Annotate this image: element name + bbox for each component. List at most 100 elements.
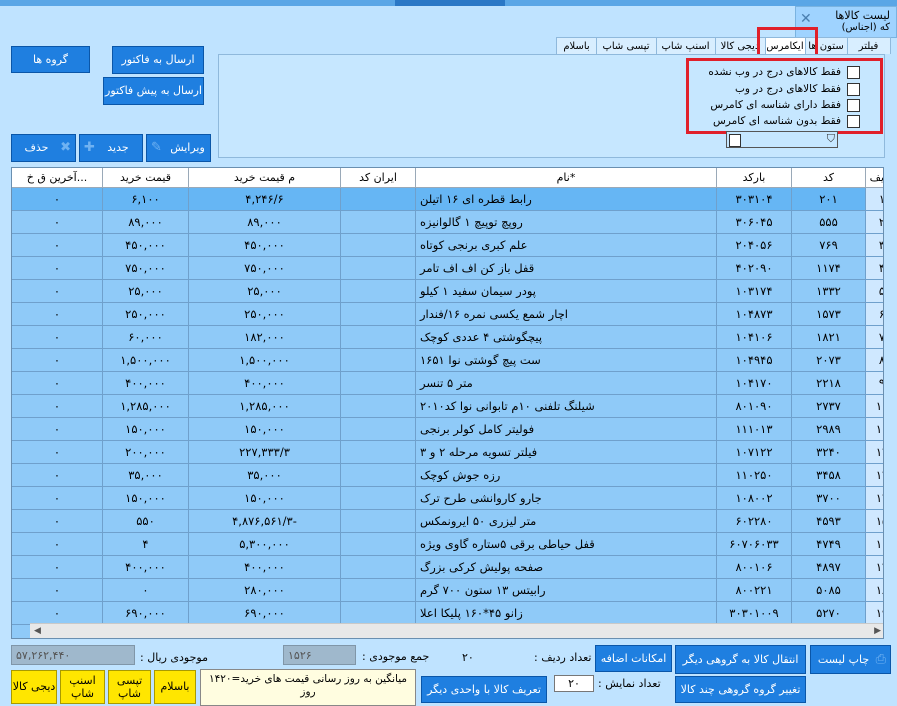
cell-last-buy-price: ۰ [12, 303, 103, 326]
cell-row-num: ۱۶ [866, 533, 883, 556]
table-row[interactable]: ۴۱۱۷۴۴۰۲۰۹۰قفل باز کن اف اف تامر ۷۵۰,۰۰۰۷… [12, 257, 883, 280]
table-row[interactable]: ۷۱۸۲۱۱۰۴۱۰۶پیچگوشتی ۴ عددی کوچک ۱۸۲,۰۰۰۶۰… [12, 326, 883, 349]
column-header-avg-buy-price[interactable]: م قیمت خرید [189, 168, 341, 188]
cell-code: ۲۰۷۳ [792, 349, 866, 372]
tab-snapp-shop[interactable]: اسنپ شاپ [655, 37, 716, 54]
cell-last-buy-price: ۰ [12, 372, 103, 395]
cell-iran-code [341, 372, 416, 395]
table-row[interactable]: ۱۰۲۷۳۷۸۰۱۰۹۰شیلنگ تلفنی ۱۰م تابوانی نوا … [12, 395, 883, 418]
cell-avg-buy-price: ۴۰۰,۰۰۰ [189, 372, 341, 395]
tab-tapsi-shop[interactable]: تپسی شاپ [595, 37, 657, 54]
digikala-button[interactable]: دیجی کالا [11, 670, 57, 704]
cell-barcode: ۶۰۲۲۸۰ [717, 510, 792, 533]
filter-has-ecommerce-id[interactable]: فقط دارای شناسه ای کامرس [690, 97, 860, 113]
change-group-multi-button[interactable]: تغییر گروه گروهی چند کالا [675, 676, 806, 703]
column-header-last-buy-price[interactable]: آخرین ق خ... [12, 168, 103, 188]
close-icon[interactable]: ✕ [800, 11, 812, 27]
stock-sum-label: جمع موجودی : [362, 650, 430, 663]
checkbox[interactable] [847, 65, 860, 79]
basalam-button[interactable]: باسلام [154, 670, 196, 704]
table-row[interactable]: ۱۶۴۷۴۹۶۰۷۰۶۰۳۳قفل حیاطی برقی ۵ستاره گاوی… [12, 533, 883, 556]
scroll-left-icon[interactable]: ◀ [34, 626, 41, 636]
cell-avg-buy-price: ۲۵۰,۰۰۰ [189, 303, 341, 326]
column-header-iran-code[interactable]: ایران کد [341, 168, 416, 188]
cell-row-num: ۶ [866, 303, 883, 326]
cell-iran-code [341, 533, 416, 556]
delete-button[interactable]: ✖ حذف [11, 134, 76, 162]
table-row[interactable]: ۱۸۵۰۸۵۸۰۰۲۲۱رابیتس ۱۳ ستون ۷۰۰ گرم ۲۸۰,۰۰… [12, 579, 883, 602]
checkbox[interactable] [847, 98, 860, 112]
new-icon: ✚ [84, 140, 95, 156]
define-other-unit-button[interactable]: تعریف کالا با واحدی دیگر [421, 676, 547, 703]
stock-sum-field: ۱۵۲۶ [283, 645, 356, 665]
cell-row-num: ۱۸ [866, 579, 883, 602]
table-row[interactable]: ۱۴۳۷۰۰۱۰۸۰۰۲جارو کاروانشی طرح ترک ۱۵۰,۰۰۰… [12, 487, 883, 510]
items-grid: ▲ ▼ ردیفکدبارکدنام*ایران کدم قیمت خریدقی… [11, 167, 884, 639]
average-note-box: میانگین به روز رسانی قیمت های خرید=۱۴۲۰ … [200, 669, 416, 706]
cell-buy-price: ۳۵,۰۰۰ [103, 464, 189, 487]
filter-no-ecommerce-id[interactable]: فقط بدون شناسه ای کامرس [690, 113, 860, 129]
table-row[interactable]: ۱۱۲۹۸۹۱۱۱۰۱۳فولیتر کامل کولر برنجی ۱۵۰,۰۰… [12, 418, 883, 441]
cell-code: ۴۸۹۷ [792, 556, 866, 579]
snapp-shop-button[interactable]: اسنپ شاپ [60, 670, 105, 704]
table-row[interactable]: ۳۷۶۹۲۰۴۰۵۶علم کبری برنجی کوتاه ۴۵۰,۰۰۰۴۵۰… [12, 234, 883, 257]
ecommerce-combo[interactable]: ⛉ [726, 131, 838, 148]
table-row[interactable]: ۹۲۲۱۸۱۰۴۱۷۰متر ۵ تنسر۴۰۰,۰۰۰۴۰۰,۰۰۰۰ [12, 372, 883, 395]
delete-icon: ✖ [60, 140, 71, 156]
cell-buy-price: ۰ [103, 579, 189, 602]
cell-last-buy-price: ۰ [12, 257, 103, 280]
table-row[interactable]: ۱۳۳۴۵۸۱۱۰۲۵۰رزه جوش کوچک۳۵,۰۰۰۳۵,۰۰۰۰ [12, 464, 883, 487]
cell-barcode: ۱۰۴۸۷۳ [717, 303, 792, 326]
column-header-row-num[interactable]: ردیف [866, 168, 883, 188]
cell-last-buy-price: ۰ [12, 326, 103, 349]
extra-features-button[interactable]: امکانات اضافه [595, 645, 672, 672]
print-icon: ⎙ [875, 651, 886, 667]
cell-avg-buy-price: ۱۸۲,۰۰۰ [189, 326, 341, 349]
cell-code: ۱۳۳۲ [792, 280, 866, 303]
cell-avg-buy-price: ۲۲۷,۳۳۳/۳ [189, 441, 341, 464]
table-row[interactable]: ۱۲۳۲۴۰۱۰۷۱۲۲فیلتر تسویه مرحله ۲ و ۳ ۲۲۷,۳… [12, 441, 883, 464]
table-row[interactable]: ۱۲۰۱۳۰۳۱۰۴رابط قطره ای ۱۶ اتیلن ۴,۲۴۶/۶۶,… [12, 188, 883, 211]
cell-avg-buy-price: ۶۹۰,۰۰۰ [189, 602, 341, 625]
filter-on-web[interactable]: فقط کالاهای درج در وب [690, 81, 860, 97]
checkbox[interactable] [847, 114, 860, 128]
filter-not-on-web[interactable]: فقط کالاهای درج در وب نشده [690, 64, 860, 80]
cell-row-num: ۹ [866, 372, 883, 395]
table-row[interactable]: ۱۹۵۲۷۰۳۰۳۰۱۰۰۹زانو ۴۵*۱۶۰ پلیکا اعلا ۶۹۰,… [12, 602, 883, 625]
horizontal-scrollbar[interactable]: ◀ ▶ [30, 623, 883, 638]
column-header-name[interactable]: نام* [416, 168, 717, 188]
cell-buy-price: ۶۹۰,۰۰۰ [103, 602, 189, 625]
table-row[interactable]: ۶۱۵۷۳۱۰۴۸۷۳اچار شمع یکسی نمره ۱۶/فندار ۲۵… [12, 303, 883, 326]
send-to-proforma-button[interactable]: ارسال به پیش فاکتور [103, 77, 204, 105]
column-header-barcode[interactable]: بارکد [717, 168, 792, 188]
tab-basalam[interactable]: باسلام [556, 37, 597, 54]
display-count-input[interactable]: ۲۰ [554, 675, 594, 692]
groups-button[interactable]: گروه ها [11, 46, 90, 73]
table-row[interactable]: ۲۵۵۵۳۰۶۰۴۵روپچ توپیچ ۱ گالوانیزه ۸۹,۰۰۰۸۹… [12, 211, 883, 234]
send-to-invoice-button[interactable]: ارسال به فاکتور [112, 46, 204, 74]
table-row[interactable]: ۱۵۴۵۹۳۶۰۲۲۸۰متر لیزری ۵۰ ایرونمکس ۴,۸۷۶,۵… [12, 510, 883, 533]
cell-iran-code [341, 441, 416, 464]
move-to-group-button[interactable]: انتقال کالا به گروهی دیگر [675, 645, 806, 674]
table-row[interactable]: ۱۷۴۸۹۷۸۰۰۱۰۶صفحه پولیش کرکی بزرگ ۴۰۰,۰۰۰۴… [12, 556, 883, 579]
cell-name: رابط قطره ای ۱۶ اتیلن [416, 188, 717, 211]
new-button[interactable]: ✚ جدید [79, 134, 143, 162]
checkbox[interactable] [847, 82, 860, 96]
scroll-right-icon[interactable]: ▶ [874, 626, 881, 636]
cell-last-buy-price: ۰ [12, 510, 103, 533]
combo-checkbox[interactable] [729, 134, 741, 147]
cell-iran-code [341, 510, 416, 533]
cell-buy-price: ۲۵,۰۰۰ [103, 280, 189, 303]
tapsi-shop-button[interactable]: تپسی شاپ [108, 670, 151, 704]
print-list-button[interactable]: چاپ لیست ⎙ [810, 645, 891, 674]
column-header-code[interactable]: کد [792, 168, 866, 188]
edit-button[interactable]: ✎ ویرایش [146, 134, 211, 162]
table-row[interactable]: ۵۱۳۳۲۱۰۳۱۷۴پودر سیمان سفید ۱ کیلو ۲۵,۰۰۰۲… [12, 280, 883, 303]
cell-code: ۴۵۹۳ [792, 510, 866, 533]
table-row[interactable]: ۸۲۰۷۳۱۰۴۹۴۵ست پیچ گوشتی نوا ۱۶۵۱ ۱,۵۰۰,۰۰… [12, 349, 883, 372]
cell-row-num: ۱۳ [866, 464, 883, 487]
cell-name: پیچگوشتی ۴ عددی کوچک [416, 326, 717, 349]
cell-code: ۱۱۷۴ [792, 257, 866, 280]
tab-filter[interactable]: فیلتر [846, 37, 891, 54]
column-header-buy-price[interactable]: قیمت خرید [103, 168, 189, 188]
